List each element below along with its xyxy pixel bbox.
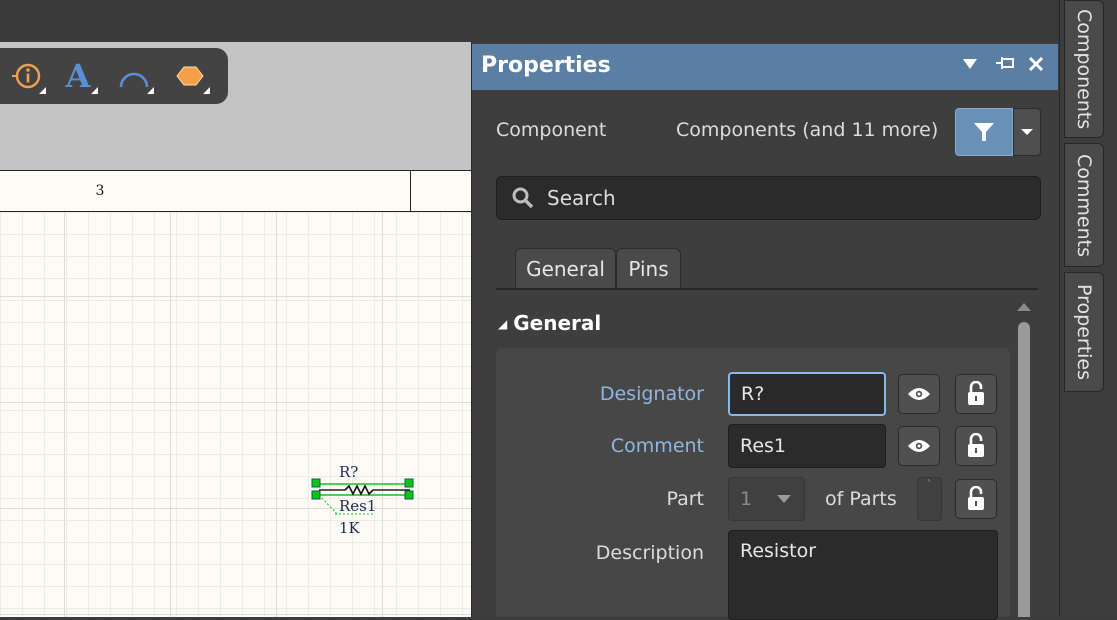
dock-tab-label: Components xyxy=(1073,8,1095,130)
filter-summary: Components (and 11 more) xyxy=(676,119,939,141)
part-lock-button[interactable] xyxy=(955,479,997,519)
eye-icon xyxy=(908,388,930,400)
close-icon[interactable] xyxy=(1028,56,1044,77)
designator-lock-button[interactable] xyxy=(955,374,997,414)
title-strip xyxy=(0,0,1060,42)
chevron-down-icon xyxy=(777,495,791,503)
text-tool-icon[interactable]: A xyxy=(60,57,98,95)
eye-icon xyxy=(908,440,930,452)
of-parts-label: of Parts xyxy=(825,488,897,510)
scroll-up-arrow[interactable] xyxy=(1017,303,1031,311)
comment-label: Comment xyxy=(610,435,704,457)
designator-field[interactable]: R? xyxy=(728,372,886,416)
filter-dropdown-button[interactable] xyxy=(1013,108,1041,156)
filter-button[interactable] xyxy=(955,108,1013,156)
component-comment-text: Res1 xyxy=(339,497,377,515)
part-select[interactable]: 1 xyxy=(728,477,805,521)
dock-tab-properties[interactable]: Properties xyxy=(1064,272,1104,392)
designator-value: R? xyxy=(741,383,765,405)
dock-tab-label: Properties xyxy=(1073,283,1095,381)
unlock-icon xyxy=(968,433,984,457)
dock-tab-components[interactable]: Components xyxy=(1064,0,1104,138)
search-placeholder: Search xyxy=(547,186,616,210)
scrollbar-thumb[interactable] xyxy=(1018,322,1030,617)
description-label: Description xyxy=(595,542,704,564)
component-value-text: 1K xyxy=(339,519,360,537)
section-title: General xyxy=(513,311,602,335)
part-label: Part xyxy=(666,488,704,510)
part-value: 1 xyxy=(740,488,753,510)
arc-tool-icon[interactable] xyxy=(116,58,154,94)
dropdown-icon[interactable] xyxy=(962,56,978,77)
object-kind-label: Component xyxy=(496,119,607,141)
sheet-grid-major xyxy=(0,212,471,617)
part-count-field: ` xyxy=(917,477,942,521)
description-field[interactable]: Resistor xyxy=(728,530,998,620)
sheet-border-ruler xyxy=(0,170,471,212)
resistor-component[interactable]: R? Res1 1K xyxy=(305,460,425,550)
dock-tab-comments[interactable]: Comments xyxy=(1064,143,1104,267)
description-value: Resistor xyxy=(740,540,816,562)
ruler-divider xyxy=(410,170,411,212)
comment-field[interactable]: Res1 xyxy=(728,424,886,468)
designator-visibility-button[interactable] xyxy=(898,374,940,414)
comment-visibility-button[interactable] xyxy=(898,426,940,466)
text-tool-glyph: A xyxy=(65,57,91,95)
tab-general[interactable]: General xyxy=(515,248,616,288)
dock-tab-label: Comments xyxy=(1073,153,1095,257)
tab-pins[interactable]: Pins xyxy=(616,248,681,288)
collapse-triangle-icon: ◢ xyxy=(498,317,508,331)
panel-title: Properties xyxy=(481,53,611,78)
part-count: ` xyxy=(926,478,933,492)
parameter-tool-icon[interactable] xyxy=(8,58,46,94)
component-designator-text: R? xyxy=(339,463,359,481)
section-header-general[interactable]: ◢ General xyxy=(498,311,601,335)
designator-label: Designator xyxy=(599,383,704,405)
active-bar: A xyxy=(0,48,228,104)
comment-lock-button[interactable] xyxy=(955,426,997,466)
search-input[interactable]: Search xyxy=(496,176,1041,220)
unlock-icon xyxy=(968,381,984,405)
tab-underline xyxy=(496,288,1038,290)
chevron-down-icon xyxy=(1021,129,1033,135)
comment-value: Res1 xyxy=(740,435,787,457)
port-tool-icon[interactable] xyxy=(172,58,210,94)
unlock-icon xyxy=(968,486,984,510)
filter-icon xyxy=(974,123,994,141)
pin-icon[interactable] xyxy=(995,56,1015,77)
zone-label: 3 xyxy=(95,183,105,199)
search-icon xyxy=(512,187,534,209)
